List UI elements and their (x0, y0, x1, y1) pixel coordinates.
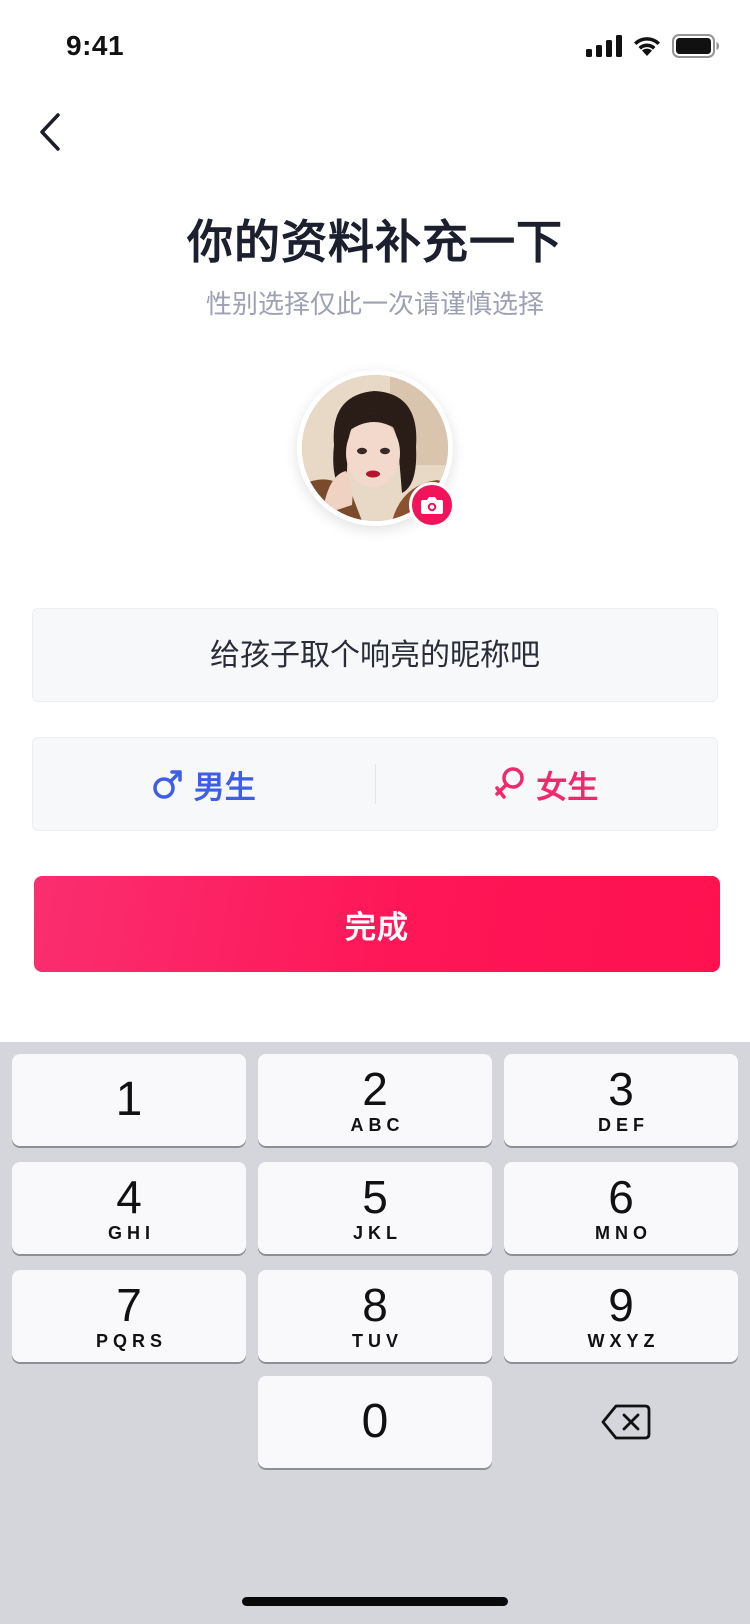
key-letters: ABC (350, 1115, 405, 1135)
key-6[interactable]: 6 MNO (504, 1162, 738, 1254)
key-1[interactable]: 1 (12, 1054, 246, 1146)
gender-selector: 男生 女生 (32, 737, 718, 831)
key-8[interactable]: 8 TUV (258, 1270, 492, 1362)
key-letters: TUV (352, 1331, 403, 1351)
numeric-keyboard: 1 2 ABC 3 DEF 4 GHI 5 JKL 6 MNO 7 PQRS 8… (0, 1042, 750, 1624)
back-button[interactable] (26, 108, 74, 156)
gender-option-female[interactable]: 女生 (376, 738, 718, 830)
backspace-icon (601, 1404, 651, 1440)
camera-button[interactable] (409, 482, 455, 528)
key-letters: DEF (598, 1115, 649, 1135)
female-symbol-icon (495, 767, 524, 799)
key-7[interactable]: 7 PQRS (12, 1270, 246, 1362)
key-number: 3 (608, 1063, 634, 1115)
status-time: 9:41 (66, 30, 125, 61)
wifi-icon (634, 37, 660, 56)
key-4[interactable]: 4 GHI (12, 1162, 246, 1254)
key-number: 5 (362, 1171, 388, 1223)
avatar-upload[interactable] (297, 370, 455, 528)
key-letters: MNO (595, 1223, 652, 1243)
status-icons (586, 32, 720, 60)
page-subtitle: 性别选择仅此一次请谨慎选择 (205, 290, 544, 320)
nickname-field-container (32, 608, 718, 702)
page-title: 你的资料补充一下 (187, 215, 563, 269)
delete-key[interactable] (570, 1376, 682, 1468)
key-number: 0 (361, 1395, 389, 1448)
gender-label-male: 男生 (193, 769, 256, 806)
home-indicator (242, 1597, 508, 1606)
key-number: 4 (116, 1171, 142, 1223)
key-number: 6 (608, 1171, 634, 1223)
gender-label-female: 女生 (536, 769, 599, 806)
nickname-input[interactable] (33, 608, 717, 702)
done-button[interactable]: 完成 (34, 876, 720, 972)
key-letters: WXYZ (587, 1331, 660, 1351)
key-number: 1 (115, 1073, 143, 1126)
key-2[interactable]: 2 ABC (258, 1054, 492, 1146)
key-9[interactable]: 9 WXYZ (504, 1270, 738, 1362)
gender-option-male[interactable]: 男生 (33, 738, 375, 830)
battery-icon (672, 34, 719, 58)
key-letters: PQRS (95, 1331, 167, 1351)
chevron-left-icon (40, 113, 60, 151)
camera-icon (421, 497, 443, 514)
key-0[interactable]: 0 (258, 1376, 492, 1468)
male-symbol-icon (153, 770, 182, 799)
cellular-signal-icon (586, 35, 622, 57)
key-number: 9 (608, 1279, 634, 1331)
key-letters: GHI (107, 1223, 155, 1243)
key-3[interactable]: 3 DEF (504, 1054, 738, 1146)
key-5[interactable]: 5 JKL (258, 1162, 492, 1254)
key-number: 2 (362, 1063, 388, 1115)
key-letters: JKL (352, 1223, 402, 1243)
key-number: 7 (116, 1279, 142, 1331)
key-number: 8 (362, 1279, 388, 1331)
